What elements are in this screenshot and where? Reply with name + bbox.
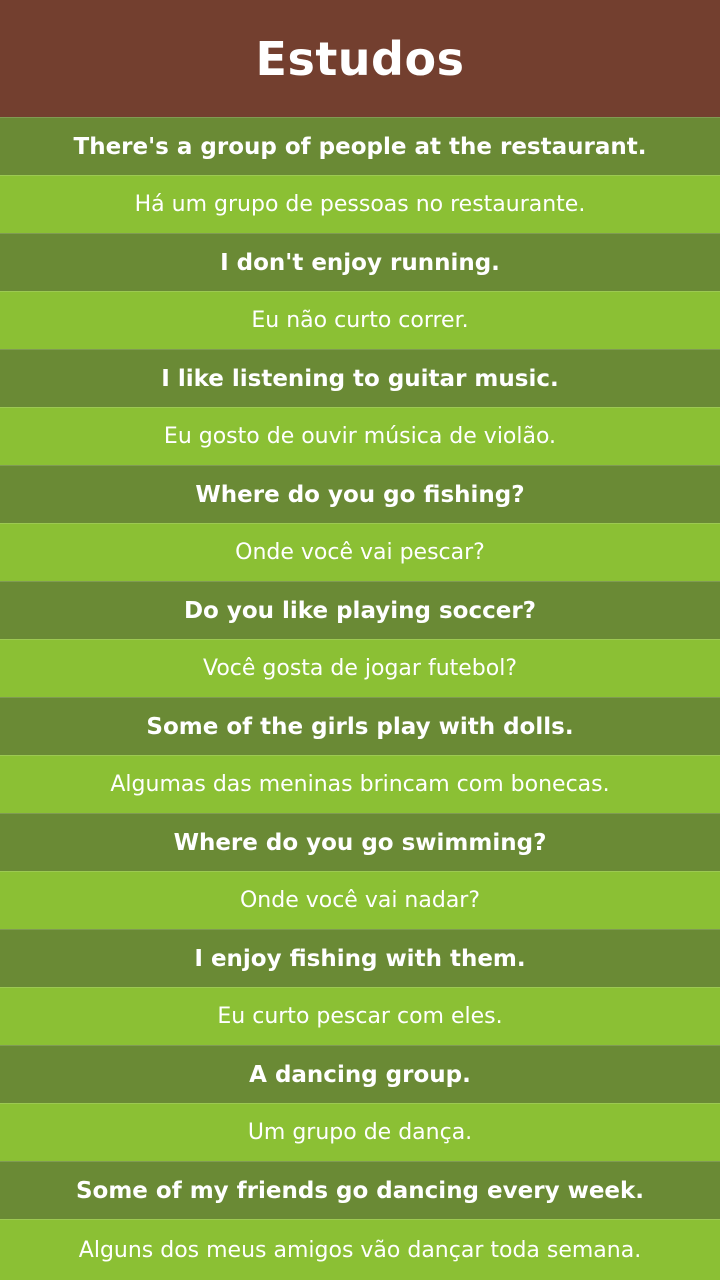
- phrase-portuguese[interactable]: Você gosta de jogar futebol?: [0, 639, 720, 697]
- phrase-portuguese[interactable]: Eu gosto de ouvir música de violão.: [0, 407, 720, 465]
- page-title: Estudos: [255, 31, 465, 86]
- phrase-portuguese[interactable]: Onde você vai nadar?: [0, 871, 720, 929]
- phrase-portuguese[interactable]: Há um grupo de pessoas no restaurante.: [0, 175, 720, 233]
- phrase-portuguese[interactable]: Onde você vai pescar?: [0, 523, 720, 581]
- phrase-portuguese[interactable]: Alguns dos meus amigos vão dançar toda s…: [0, 1219, 720, 1280]
- phrase-english[interactable]: Where do you go swimming?: [0, 813, 720, 871]
- phrase-portuguese[interactable]: Algumas das meninas brincam com bonecas.: [0, 755, 720, 813]
- phrase-portuguese[interactable]: Eu não curto correr.: [0, 291, 720, 349]
- app-screen: Estudos There's a group of people at the…: [0, 0, 720, 1280]
- phrase-english[interactable]: Do you like playing soccer?: [0, 581, 720, 639]
- phrase-english[interactable]: I don't enjoy running.: [0, 233, 720, 291]
- phrase-portuguese[interactable]: Um grupo de dança.: [0, 1103, 720, 1161]
- phrase-english[interactable]: There's a group of people at the restaur…: [0, 117, 720, 175]
- phrase-english[interactable]: I like listening to guitar music.: [0, 349, 720, 407]
- phrase-list: There's a group of people at the restaur…: [0, 117, 720, 1280]
- phrase-english[interactable]: I enjoy fishing with them.: [0, 929, 720, 987]
- phrase-english[interactable]: Where do you go fishing?: [0, 465, 720, 523]
- phrase-english[interactable]: A dancing group.: [0, 1045, 720, 1103]
- phrase-english[interactable]: Some of the girls play with dolls.: [0, 697, 720, 755]
- phrase-portuguese[interactable]: Eu curto pescar com eles.: [0, 987, 720, 1045]
- app-header: Estudos: [0, 0, 720, 117]
- phrase-english[interactable]: Some of my friends go dancing every week…: [0, 1161, 720, 1219]
